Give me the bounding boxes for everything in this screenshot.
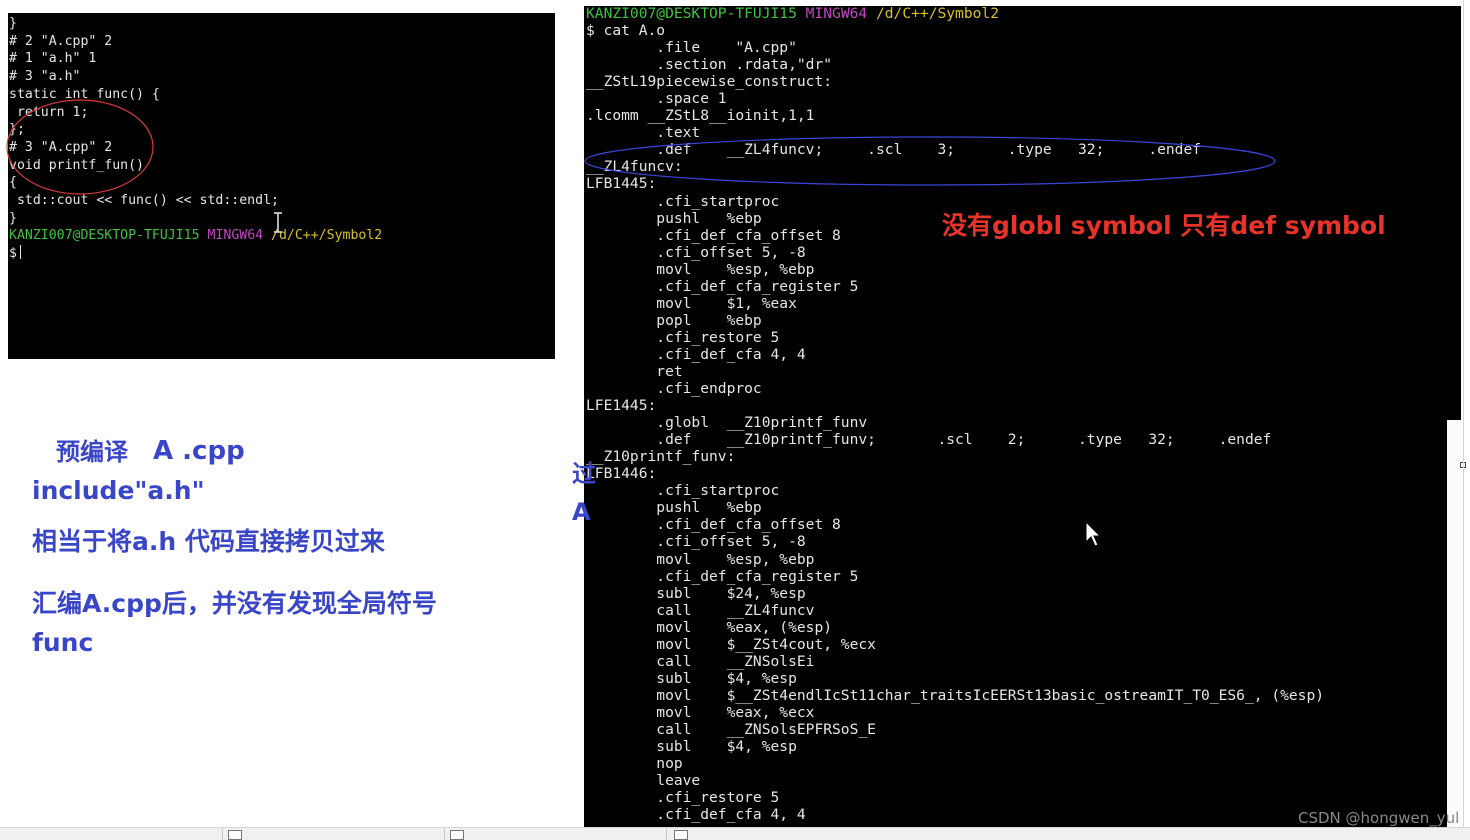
terminal-line: call __ZL4funcv <box>586 601 815 619</box>
terminal-line: movl %esp, %ebp <box>586 550 815 568</box>
prompt-shell: MINGW64 <box>207 228 264 244</box>
right-terminal-output: KANZI007@DESKTOP-TFUJI15 MINGW64 /d/C++/… <box>586 5 1324 823</box>
terminal-line: subl $24, %esp <box>586 584 806 602</box>
terminal-line: # 3 "A.cpp" 2 <box>9 139 113 155</box>
terminal-line: .globl __Z10printf_funv <box>586 414 868 432</box>
terminal-line: LFE1445: <box>586 397 657 415</box>
terminal-line: .def __ZL4funcv; .scl 3; .type 32; .ende… <box>586 141 1202 159</box>
terminal-line: LFB1446: <box>586 465 657 483</box>
terminal-line: .cfi_restore 5 <box>586 789 780 807</box>
left-terminal-window[interactable]: } # 2 "A.cpp" 2 # 1 "a.h" 1 # 3 "a.h" st… <box>8 13 555 359</box>
red-annotation-no-globl: 没有globl symbol 只有def symbol <box>942 211 1386 240</box>
terminal-line: movl %esp, %ebp <box>586 260 815 278</box>
terminal-prompt: KANZI007@DESKTOP-TFUJI15 MINGW64 /d/C++/… <box>586 5 1324 22</box>
note-func: func <box>32 628 94 657</box>
watermark: CSDN @hongwen_yul <box>1298 809 1460 827</box>
terminal-line: .lcomm __ZStL8__ioinit,1,1 <box>586 107 815 125</box>
terminal-line: .cfi_def_cfa_offset 8 <box>586 516 841 534</box>
terminal-line: } <box>9 16 17 31</box>
terminal-line: leave <box>586 772 701 790</box>
terminal-line: .file "A.cpp" <box>586 39 797 57</box>
window-edge <box>1447 420 1461 839</box>
terminal-line: movl $__ZSt4endlIcSt11char_traitsIcEERSt… <box>586 686 1325 704</box>
status-separator <box>444 828 445 840</box>
note-precompile-file: A .cpp <box>153 436 245 466</box>
prompt-user: KANZI007@DESKTOP-TFUJI15 <box>586 5 797 22</box>
terminal-line: { <box>9 175 17 191</box>
terminal-line: } <box>9 210 17 226</box>
terminal-line: __ZL4funcv: <box>586 158 683 176</box>
terminal-line: movl %eax, (%esp) <box>586 618 833 636</box>
terminal-line: }; <box>9 122 25 138</box>
terminal-line: .cfi_offset 5, -8 <box>586 533 806 551</box>
terminal-line: .cfi_def_cfa_register 5 <box>586 567 859 585</box>
prompt-path: /d/C++/Symbol2 <box>875 5 999 22</box>
terminal-line: static int func() { <box>9 86 160 102</box>
terminal-line: subl $4, %esp <box>586 738 797 756</box>
assembly-listing: $ cat A.o .file "A.cpp" .section .rdata,… <box>586 22 1324 823</box>
terminal-line: subl $4, %esp <box>586 669 797 687</box>
terminal-line: __ZStL19piecewise_construct: <box>586 73 833 91</box>
terminal-line: # 2 "A.cpp" 2 <box>9 33 113 49</box>
status-separator <box>666 828 667 840</box>
terminal-input-line[interactable]: $ <box>9 245 382 263</box>
note-include: include"a.h" <box>32 476 205 505</box>
terminal-line: .cfi_restore 5 <box>586 328 780 346</box>
terminal-line: .cfi_def_cfa_register 5 <box>586 277 859 295</box>
terminal-line: pushl %ebp <box>586 499 762 517</box>
terminal-line: .space 1 <box>586 90 727 108</box>
prompt-symbol: $ <box>9 246 17 262</box>
note-partial-letter: A <box>572 498 591 526</box>
terminal-line: call __ZNSolsEi <box>586 652 815 670</box>
terminal-line: LFB1445: <box>586 175 657 193</box>
terminal-line: ret <box>586 362 683 380</box>
terminal-line: .text <box>586 124 701 142</box>
status-bar <box>0 827 1470 840</box>
terminal-line: .section .rdata,"dr" <box>586 56 833 74</box>
prompt-shell: MINGW64 <box>805 5 868 22</box>
note-copy-code: 相当于将a.h 代码直接拷贝过来 <box>32 527 385 556</box>
left-terminal-output: } # 2 "A.cpp" 2 # 1 "a.h" 1 # 3 "a.h" st… <box>9 15 382 263</box>
terminal-line: .cfi_offset 5, -8 <box>586 243 806 261</box>
terminal-line: return 1; <box>9 104 89 120</box>
right-terminal-window[interactable]: KANZI007@DESKTOP-TFUJI15 MINGW64 /d/C++/… <box>584 5 1461 839</box>
terminal-line: nop <box>586 755 683 773</box>
window-divider <box>1463 0 1464 839</box>
terminal-line: void printf_fun() <box>9 157 144 173</box>
terminal-line: .cfi_endproc <box>586 380 762 398</box>
note-precompile: 预编译 <box>56 438 128 466</box>
terminal-line: # 3 "a.h" <box>9 69 81 85</box>
terminal-line: # 1 "a.h" 1 <box>9 51 97 67</box>
terminal-cursor <box>19 245 21 260</box>
terminal-line: __Z10printf_funv: <box>586 448 736 466</box>
note-no-global-symbol: 汇编A.cpp后，并没有发现全局符号 <box>32 589 437 618</box>
terminal-line: movl %eax, %ecx <box>586 703 815 721</box>
prompt-user: KANZI007@DESKTOP-TFUJI15 <box>9 228 200 244</box>
note-partial-char: 过 <box>572 460 596 488</box>
prompt-path: /d/C++/Symbol2 <box>271 228 383 244</box>
terminal-line: .cfi_def_cfa 4, 4 <box>586 806 806 824</box>
status-separator <box>222 828 223 840</box>
terminal-prompt: KANZI007@DESKTOP-TFUJI15 MINGW64 /d/C++/… <box>9 227 382 245</box>
terminal-line: .cfi_def_cfa 4, 4 <box>586 345 806 363</box>
terminal-line: movl $__ZSt4cout, %ecx <box>586 635 876 653</box>
terminal-line: movl $1, %eax <box>586 294 797 312</box>
terminal-line: .def __Z10printf_funv; .scl 2; .type 32;… <box>586 431 1272 449</box>
terminal-line: $ cat A.o <box>586 22 666 40</box>
terminal-line: popl %ebp <box>586 311 762 329</box>
terminal-line: call __ZNSolsEPFRSoS_E <box>586 720 876 738</box>
terminal-line: .cfi_startproc <box>586 482 780 500</box>
terminal-line: std::cout << func() << std::endl; <box>9 193 279 209</box>
